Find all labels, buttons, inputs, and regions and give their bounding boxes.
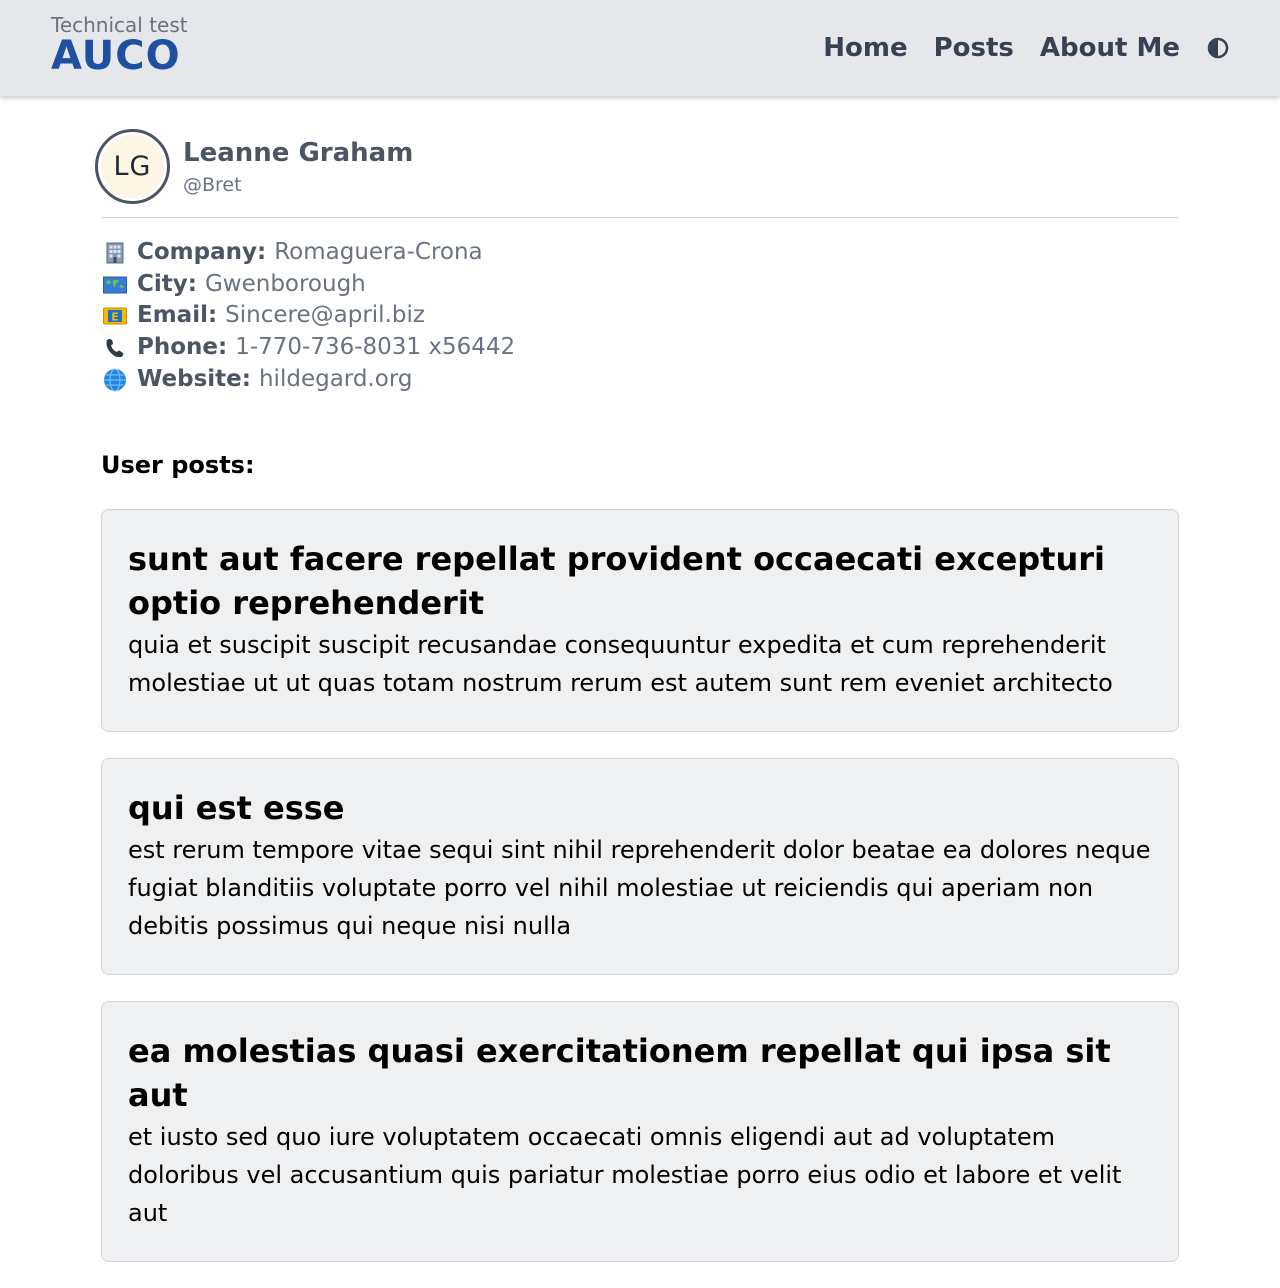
- detail-label: Email:: [137, 302, 218, 329]
- post-title: qui est esse: [128, 788, 345, 827]
- post-card[interactable]: ea molestias quasi exercitationem repell…: [101, 1000, 1179, 1262]
- user-name: Leanne Graham: [183, 137, 414, 168]
- detail-value: Sincere@april.biz: [225, 302, 425, 329]
- divider: [101, 217, 1179, 218]
- nav-posts[interactable]: Posts: [934, 33, 1014, 63]
- user-profile-header: LG Leanne Graham @Bret: [95, 129, 1179, 204]
- detail-city: City: Gwenborough: [101, 269, 1179, 301]
- detail-label: Website:: [137, 365, 251, 392]
- email-icon: E: [101, 305, 128, 327]
- detail-label: Company:: [137, 239, 267, 265]
- detail-website: Website: hildegard.org: [101, 364, 1179, 396]
- user-handle: @Bret: [183, 173, 242, 196]
- detail-value: Romaguera-Crona: [274, 239, 483, 265]
- detail-label: Phone:: [137, 334, 228, 361]
- svg-text:E: E: [111, 311, 119, 324]
- globe-icon: [101, 368, 128, 392]
- brand[interactable]: Technical test AUCO: [51, 13, 196, 73]
- main-content: LG Leanne Graham @Bret Company: Romaguer…: [95, 96, 1179, 1288]
- brand-logo: AUCO: [51, 37, 181, 73]
- post-title: ea molestias quasi exercitationem repell…: [128, 1031, 1111, 1114]
- post-body: quia et suscipit suscipit recusandae con…: [128, 630, 1113, 697]
- post-card[interactable]: sunt aut facere repellat provident occae…: [101, 508, 1179, 732]
- posts-list: sunt aut facere repellat provident occae…: [101, 508, 1179, 1262]
- detail-company: Company: Romaguera-Crona: [101, 237, 1179, 269]
- post-body: et iusto sed quo iure voluptatem occaeca…: [128, 1122, 1122, 1227]
- nav-home[interactable]: Home: [823, 33, 907, 63]
- post-body: est rerum tempore vitae sequi sint nihil…: [128, 835, 1151, 940]
- half-moon-icon: [1207, 37, 1229, 59]
- top-navbar: Technical test AUCO Home Posts About Me: [0, 0, 1280, 96]
- detail-email: E Email: Sincere@april.biz: [101, 300, 1179, 332]
- detail-value[interactable]: hildegard.org: [259, 364, 413, 396]
- post-card[interactable]: qui est esse est rerum tempore vitae seq…: [101, 757, 1179, 975]
- profile-text: Leanne Graham @Bret: [183, 138, 413, 196]
- phone-icon: [101, 337, 128, 359]
- nav-about-me[interactable]: About Me: [1040, 33, 1180, 63]
- avatar: LG: [95, 129, 170, 204]
- world-map-icon: [101, 274, 128, 296]
- main-nav: Home Posts About Me: [797, 0, 1230, 96]
- theme-toggle-button[interactable]: [1206, 36, 1230, 60]
- user-details: Company: Romaguera-Crona City: Gwenborou…: [101, 237, 1179, 396]
- brand-subtitle: Technical test: [51, 13, 188, 37]
- post-title: sunt aut facere repellat provident occae…: [128, 539, 1105, 622]
- office-building-icon: [101, 242, 128, 264]
- brand-name: AUCO: [51, 37, 181, 73]
- detail-label: City:: [137, 270, 197, 297]
- detail-phone: Phone: 1-770-736-8031 x56442: [101, 332, 1179, 364]
- detail-value: 1-770-736-8031 x56442: [235, 334, 516, 361]
- posts-heading: User posts:: [101, 450, 255, 479]
- avatar-initials: LG: [101, 135, 164, 198]
- detail-value: Gwenborough: [204, 270, 366, 297]
